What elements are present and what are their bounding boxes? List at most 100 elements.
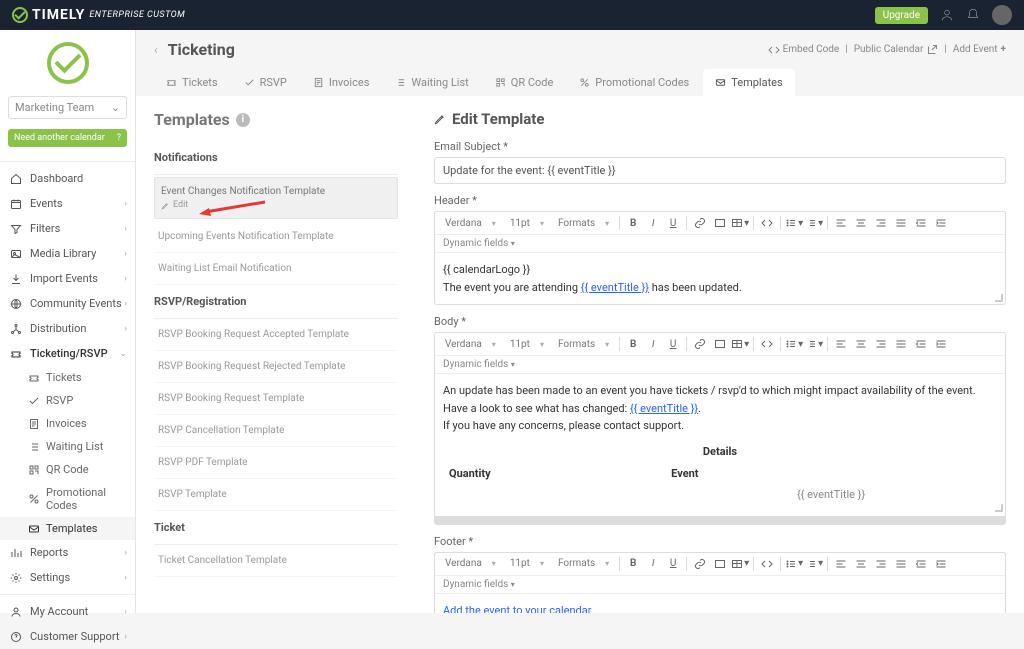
header-editor-body[interactable]: {{ calendarLogo }} The event you are att…: [435, 253, 1005, 304]
tab-promotional-codes[interactable]: Promotional Codes: [567, 69, 701, 96]
align-right-button[interactable]: [872, 214, 890, 232]
info-icon[interactable]: i: [236, 113, 250, 127]
align-left-button[interactable]: [832, 555, 850, 573]
sidebar-item-media-library[interactable]: Media Library›: [0, 241, 135, 266]
event-title-link[interactable]: {{ eventTitle }}: [581, 281, 649, 294]
dynamic-fields-dropdown[interactable]: Dynamic fields ▾: [443, 359, 515, 370]
sidebar-item-distribution[interactable]: Distribution›: [0, 316, 135, 341]
sidebar-item-import-events[interactable]: Import Events›: [0, 266, 135, 291]
sidebar-item-reports[interactable]: Reports›: [0, 540, 135, 565]
template-item[interactable]: RSVP Cancellation Template: [154, 415, 398, 447]
font-select[interactable]: Verdana▾: [439, 216, 502, 231]
align-justify-button[interactable]: [892, 555, 910, 573]
italic-button[interactable]: I: [644, 214, 662, 232]
bullet-list-button[interactable]: ▾: [785, 555, 803, 573]
sidebar-item-community-events[interactable]: Community Events›: [0, 291, 135, 316]
tab-templates[interactable]: Templates: [703, 69, 794, 96]
formats-select[interactable]: Formats▾: [552, 337, 615, 352]
edit-link[interactable]: Edit: [161, 200, 391, 210]
italic-button[interactable]: I: [644, 555, 662, 573]
sidebar-item-events[interactable]: Events›: [0, 191, 135, 216]
align-justify-button[interactable]: [892, 214, 910, 232]
sidebar-item-filters[interactable]: Filters›: [0, 216, 135, 241]
template-item[interactable]: RSVP PDF Template: [154, 447, 398, 479]
sidebar-item-ticketing-rsvp[interactable]: Ticketing/RSVP⌄: [0, 341, 135, 366]
public-calendar-link[interactable]: Public Calendar: [854, 44, 939, 56]
embed-code-link[interactable]: Embed Code: [768, 44, 840, 56]
dynamic-fields-dropdown[interactable]: Dynamic fields ▾: [443, 238, 515, 249]
body-editor-body[interactable]: An update has been made to an event you …: [435, 374, 1005, 514]
size-select[interactable]: 11pt▾: [504, 337, 550, 352]
align-center-button[interactable]: [852, 335, 870, 353]
underline-button[interactable]: U: [664, 555, 682, 573]
table-button[interactable]: ▾: [731, 555, 749, 573]
underline-button[interactable]: U: [664, 335, 682, 353]
indent-button[interactable]: [932, 214, 950, 232]
align-left-button[interactable]: [832, 335, 850, 353]
bell-icon[interactable]: [966, 8, 980, 22]
link-button[interactable]: [691, 555, 709, 573]
outdent-button[interactable]: [912, 335, 930, 353]
resize-handle[interactable]: [993, 502, 1003, 512]
table-button[interactable]: ▾: [731, 214, 749, 232]
formats-select[interactable]: Formats▾: [552, 556, 615, 571]
tab-waiting-list[interactable]: Waiting List: [383, 69, 480, 96]
template-item[interactable]: Waiting List Email Notification: [154, 253, 398, 285]
sidebar-item-settings[interactable]: Settings›: [0, 565, 135, 590]
resize-handle[interactable]: [993, 292, 1003, 302]
code-button[interactable]: [758, 214, 776, 232]
sidebar-item-customer-support[interactable]: Customer Support›: [0, 624, 135, 649]
formats-select[interactable]: Formats▾: [552, 216, 615, 231]
sidebar-sub-tickets[interactable]: Tickets: [0, 366, 135, 389]
dynamic-fields-dropdown[interactable]: Dynamic fields ▾: [443, 579, 515, 590]
align-center-button[interactable]: [852, 214, 870, 232]
need-calendar-button[interactable]: Need another calendar ?: [8, 129, 127, 147]
tab-qr-code[interactable]: QR Code: [483, 69, 566, 96]
subject-input[interactable]: [434, 157, 1006, 184]
template-item[interactable]: Event Changes Notification TemplateEdit: [154, 177, 398, 219]
italic-button[interactable]: I: [644, 335, 662, 353]
font-select[interactable]: Verdana▾: [439, 556, 502, 571]
sidebar-sub-promotional-codes[interactable]: Promotional Codes: [0, 481, 135, 517]
footer-editor-body[interactable]: Add the event to your calendar.: [435, 594, 1005, 613]
align-center-button[interactable]: [852, 555, 870, 573]
team-select[interactable]: Marketing Team ⌄: [8, 96, 127, 119]
sidebar-sub-templates[interactable]: Templates: [0, 517, 135, 540]
tab-tickets[interactable]: Tickets: [154, 69, 230, 96]
template-item[interactable]: RSVP Booking Request Accepted Template: [154, 319, 398, 351]
link-button[interactable]: [691, 214, 709, 232]
bold-button[interactable]: B: [624, 214, 642, 232]
code-button[interactable]: [758, 335, 776, 353]
tab-invoices[interactable]: Invoices: [301, 69, 382, 96]
bold-button[interactable]: B: [624, 335, 642, 353]
add-event-link[interactable]: Add Event +: [953, 44, 1006, 55]
link-button[interactable]: [691, 335, 709, 353]
template-item[interactable]: RSVP Booking Request Template: [154, 383, 398, 415]
image-button[interactable]: [711, 214, 729, 232]
event-title-link[interactable]: {{ eventTitle }}: [630, 402, 698, 415]
template-item[interactable]: RSVP Template: [154, 479, 398, 511]
size-select[interactable]: 11pt▾: [504, 556, 550, 571]
image-button[interactable]: [711, 555, 729, 573]
indent-button[interactable]: [932, 335, 950, 353]
tab-rsvp[interactable]: RSVP: [232, 69, 299, 96]
sidebar-sub-qr-code[interactable]: QR Code: [0, 458, 135, 481]
number-list-button[interactable]: ▾: [805, 335, 823, 353]
align-right-button[interactable]: [872, 555, 890, 573]
number-list-button[interactable]: ▾: [805, 555, 823, 573]
table-button[interactable]: ▾: [731, 335, 749, 353]
align-left-button[interactable]: [832, 214, 850, 232]
user-icon[interactable]: [940, 8, 954, 22]
indent-button[interactable]: [932, 555, 950, 573]
number-list-button[interactable]: ▾: [805, 214, 823, 232]
avatar[interactable]: [992, 5, 1012, 25]
image-button[interactable]: [711, 335, 729, 353]
align-right-button[interactable]: [872, 335, 890, 353]
sidebar-item-dashboard[interactable]: Dashboard: [0, 166, 135, 191]
align-justify-button[interactable]: [892, 335, 910, 353]
horizontal-scrollbar[interactable]: [435, 516, 1005, 524]
bullet-list-button[interactable]: ▾: [785, 335, 803, 353]
template-item[interactable]: RSVP Booking Request Rejected Template: [154, 351, 398, 383]
upgrade-button[interactable]: Upgrade: [875, 7, 928, 24]
outdent-button[interactable]: [912, 214, 930, 232]
